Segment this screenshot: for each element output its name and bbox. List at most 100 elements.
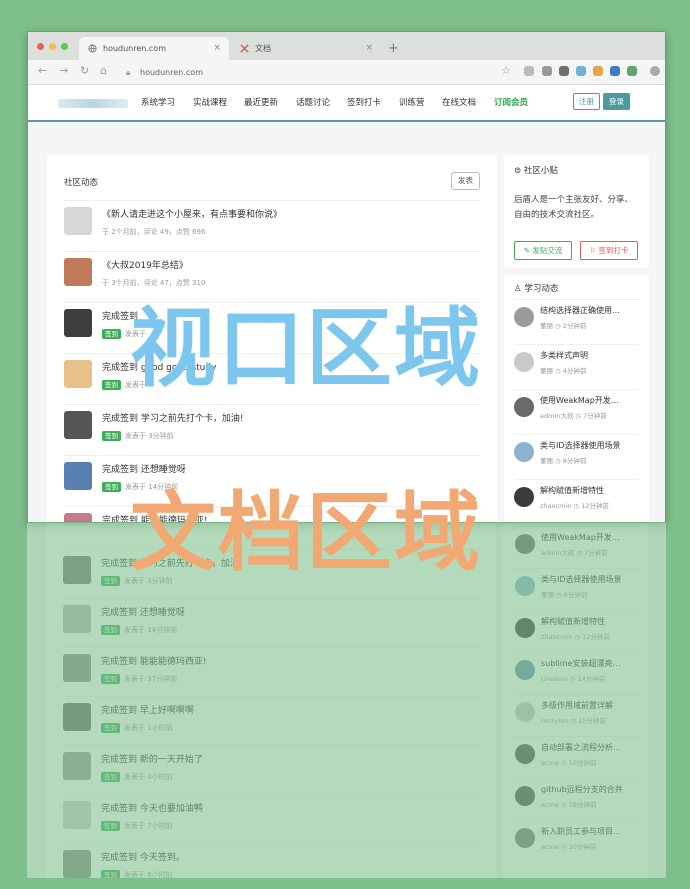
minimize-window-dot[interactable]: [49, 43, 56, 50]
avatar[interactable]: [515, 828, 535, 848]
avatar[interactable]: [64, 513, 92, 522]
back-arrow-icon[interactable]: ←: [38, 64, 47, 77]
learn-item-title[interactable]: 新入职员工参与项目…: [541, 826, 621, 837]
extension-icon-7[interactable]: [627, 66, 637, 76]
url-text: houdunren.com: [140, 68, 203, 77]
tab-docs[interactable]: 文档 ×: [231, 37, 381, 60]
divider: [63, 794, 479, 795]
avatar[interactable]: [63, 605, 91, 633]
feed-item-title[interactable]: 完成签到 还想睡觉呀: [101, 605, 185, 618]
learn-item-title[interactable]: 类与ID选择器使用场景: [540, 440, 621, 451]
profile-avatar-icon[interactable]: [650, 66, 660, 76]
avatar[interactable]: [515, 660, 535, 680]
learn-item-title[interactable]: 类与ID选择器使用场景: [541, 574, 622, 585]
learn-item-title[interactable]: 使用WeakMap开发…: [540, 395, 619, 406]
nav-topics[interactable]: 话题讨论: [296, 96, 330, 108]
meta-text: 发表于 7小时前: [124, 822, 173, 830]
learn-item-title[interactable]: 结构选择器正确使用…: [540, 305, 620, 316]
maximize-window-dot[interactable]: [61, 43, 68, 50]
nav-online-docs[interactable]: 在线文档: [442, 96, 476, 108]
home-icon[interactable]: ⌂: [100, 64, 107, 77]
avatar[interactable]: [64, 309, 92, 337]
learn-card: ♙ 学习动态 结构选择器正确使用… 董丽 ◷ 2分钟前 多类样式声明 董丽 ◷ 4分钟…: [504, 275, 649, 522]
avatar[interactable]: [64, 258, 92, 286]
register-button[interactable]: 注册: [573, 93, 600, 110]
extension-icon-2[interactable]: [542, 66, 552, 76]
nav-training[interactable]: 训练营: [399, 96, 425, 108]
feed-item-meta: 签到 发表于 37分钟前: [101, 674, 177, 684]
nav-practical-courses[interactable]: 实战课程: [193, 96, 227, 108]
url-input[interactable]: 🔒︎ houdunren.com: [122, 64, 542, 81]
close-window-dot[interactable]: [37, 43, 44, 50]
bookmark-star-icon[interactable]: ☆: [501, 64, 511, 77]
feed-item-title[interactable]: 完成签到 今天签到。: [101, 850, 185, 863]
avatar[interactable]: [515, 786, 535, 806]
avatar[interactable]: [63, 654, 91, 682]
learn-item-title[interactable]: 多级作用域前置详解: [541, 700, 613, 711]
close-tab-icon[interactable]: ×: [365, 37, 373, 60]
learn-item-title[interactable]: github远程分支的合并: [541, 784, 623, 795]
close-tab-icon[interactable]: ×: [213, 37, 221, 60]
divider: [63, 598, 479, 599]
post-button[interactable]: 发表: [451, 172, 480, 190]
nav-recent-updates[interactable]: 最近更新: [244, 96, 278, 108]
avatar[interactable]: [515, 576, 535, 596]
sign-in-badge: 签到: [101, 625, 120, 635]
sign-in-button[interactable]: ⚐ 签到打卡: [580, 241, 638, 260]
tab-bar: houdunren.com × 文档 × +: [28, 32, 665, 60]
avatar[interactable]: [515, 618, 535, 638]
avatar[interactable]: [64, 462, 92, 490]
feed-item-title[interactable]: 完成签到 能能能德玛西亚!: [101, 654, 206, 667]
avatar[interactable]: [514, 352, 534, 372]
tab-houdunren[interactable]: houdunren.com ×: [79, 37, 229, 60]
divider: [515, 610, 640, 611]
avatar[interactable]: [64, 411, 92, 439]
extension-icon-1[interactable]: [524, 66, 534, 76]
feed-item-title[interactable]: 完成签到 新的一天开始了: [101, 752, 203, 765]
sign-in-badge: 签到: [101, 772, 120, 782]
learn-item-title[interactable]: sublime安装超漂亮…: [541, 658, 620, 669]
avatar[interactable]: [64, 360, 92, 388]
post-discuss-button[interactable]: ✎ 发贴交流: [514, 241, 572, 260]
avatar[interactable]: [64, 207, 92, 235]
avatar[interactable]: [63, 703, 91, 731]
extension-icon-6[interactable]: [610, 66, 620, 76]
avatar[interactable]: [63, 801, 91, 829]
learn-item-meta: 董丽 ◷ 2分钟前: [540, 322, 587, 330]
login-button[interactable]: 登录: [603, 93, 630, 110]
new-tab-button[interactable]: +: [388, 37, 399, 60]
learn-item-meta: rockylon ◷ 15分钟前: [541, 717, 606, 725]
learn-item-title[interactable]: 使用WeakMap开发…: [541, 532, 620, 543]
learn-item-title[interactable]: 多类样式声明: [540, 350, 588, 361]
nav-system-learning[interactable]: 系统学习: [141, 96, 175, 108]
feed-item-title[interactable]: 《新人请走进这个小屋来，有点事要和你说》: [102, 207, 282, 220]
divider: [63, 647, 479, 648]
avatar[interactable]: [515, 702, 535, 722]
site-logo[interactable]: [58, 99, 128, 108]
nav-sign-in[interactable]: 签到打卡: [347, 96, 381, 108]
avatar[interactable]: [514, 487, 534, 507]
reload-icon[interactable]: ↻: [80, 64, 89, 77]
nav-subscribe-vip[interactable]: 订阅会员: [494, 96, 528, 108]
avatar[interactable]: [63, 850, 91, 878]
feed-item-title[interactable]: 《大叔2019年总结》: [102, 258, 188, 271]
extension-icon-5[interactable]: [593, 66, 603, 76]
learn-item-title[interactable]: 自动部署之流程分析…: [541, 742, 621, 753]
learn-item-title[interactable]: 解构赋值新增特性: [540, 485, 604, 496]
avatar[interactable]: [63, 752, 91, 780]
feed-item-title[interactable]: 完成签到 早上好啊啊啊: [101, 703, 194, 716]
avatar[interactable]: [514, 442, 534, 462]
extension-icon-3[interactable]: [559, 66, 569, 76]
avatar[interactable]: [63, 556, 91, 584]
avatar[interactable]: [515, 744, 535, 764]
meta-text: 于 2个月前，评论 49，点赞 696: [102, 228, 206, 236]
avatar[interactable]: [514, 397, 534, 417]
feed-item-meta: 签到 发表于 3分钟前: [102, 431, 174, 441]
feed-item-title[interactable]: 完成签到 今天也要加油鸭: [101, 801, 203, 814]
avatar[interactable]: [515, 534, 535, 554]
avatar[interactable]: [514, 307, 534, 327]
feed-item-title[interactable]: 完成签到 学习之前先打个卡，加油!: [102, 411, 243, 424]
forward-arrow-icon[interactable]: →: [59, 64, 68, 77]
extension-icon-4[interactable]: [576, 66, 586, 76]
learn-item-title[interactable]: 解构赋值新增特性: [541, 616, 605, 627]
